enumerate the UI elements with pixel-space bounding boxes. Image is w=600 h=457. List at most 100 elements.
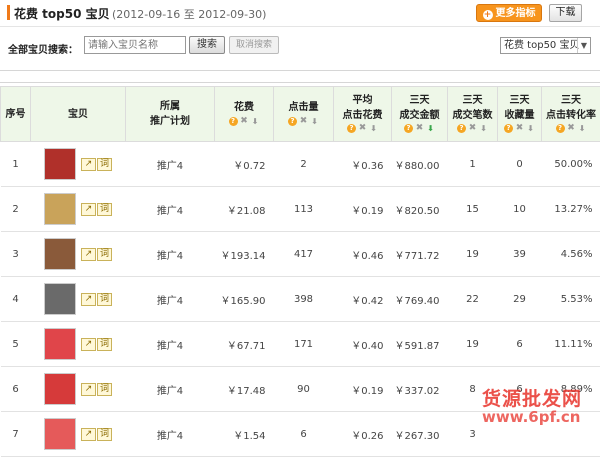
avg-cpc-cell: ￥0.40 (334, 322, 392, 367)
sort-icons[interactable]: ?✖⬇ (215, 116, 273, 128)
product-thumbnail[interactable] (44, 373, 76, 405)
trend-icon[interactable]: ↗ (81, 383, 96, 396)
remove-icon: ✖ (240, 117, 249, 126)
conversion-cell: 5.53% (542, 277, 600, 322)
item-cell: ↗词 (31, 322, 126, 367)
product-thumbnail[interactable] (44, 418, 76, 450)
gmv-cell: ￥267.30 (392, 412, 448, 457)
sort-down-icon: ⬇ (369, 124, 378, 133)
cancel-search-button[interactable]: 取消搜索 (229, 36, 279, 54)
clicks-cell: 113 (274, 187, 334, 232)
remove-icon: ✖ (515, 124, 524, 133)
search-bar: 全部宝贝搜索： 搜索 取消搜索 花费 top50 宝贝 ▼ (0, 36, 600, 58)
clicks-cell: 2 (274, 142, 334, 187)
avg-cpc-cell: ￥0.36 (334, 142, 392, 187)
keyword-button[interactable]: 词 (97, 248, 112, 261)
title-accent-bar (7, 5, 10, 20)
sort-icons[interactable]: ?✖⬇ (334, 124, 391, 136)
remove-icon: ✖ (299, 117, 308, 126)
trend-icon[interactable]: ↗ (81, 293, 96, 306)
item-cell: ↗词 (31, 367, 126, 412)
col-orders[interactable]: 三天成交笔数 ?✖⬇ (448, 87, 498, 142)
more-metrics-button[interactable]: +更多指标 (476, 4, 542, 22)
download-button[interactable]: 下载 (549, 4, 582, 22)
sort-icons[interactable]: ?✖⬇ (392, 124, 447, 136)
product-thumbnail[interactable] (44, 238, 76, 270)
orders-cell: 19 (448, 322, 498, 367)
cost-cell: ￥67.71 (215, 322, 274, 367)
cost-cell: ￥21.08 (215, 187, 274, 232)
table-header-row: 序号 宝贝 所属推广计划 花费 ?✖⬇ 点击量 ?✖⬇ 平均点击花费 ?✖⬇ 三… (1, 87, 600, 142)
search-button[interactable]: 搜索 (189, 36, 225, 54)
keyword-button[interactable]: 词 (97, 428, 112, 441)
col-avg-cpc[interactable]: 平均点击花费 ?✖⬇ (334, 87, 392, 142)
item-cell: ↗词 (31, 142, 126, 187)
conversion-cell: 13.27% (542, 187, 600, 232)
trend-icon[interactable]: ↗ (81, 248, 96, 261)
remove-icon: ✖ (358, 124, 367, 133)
keyword-button[interactable]: 词 (97, 158, 112, 171)
row-index: 5 (1, 322, 31, 367)
product-thumbnail[interactable] (44, 193, 76, 225)
col-index: 序号 (1, 87, 31, 142)
plus-icon: + (483, 10, 493, 20)
plan-cell: 推广4 (126, 277, 215, 322)
gmv-cell: ￥591.87 (392, 322, 448, 367)
row-index: 2 (1, 187, 31, 232)
remove-icon: ✖ (567, 124, 576, 133)
clicks-cell: 398 (274, 277, 334, 322)
item-cell: ↗词 (31, 412, 126, 457)
product-thumbnail[interactable] (44, 328, 76, 360)
keyword-button[interactable]: 词 (97, 293, 112, 306)
plan-cell: 推广4 (126, 187, 215, 232)
sort-down-icon: ⬇ (251, 117, 260, 126)
plan-cell: 推广4 (126, 322, 215, 367)
gmv-cell: ￥820.50 (392, 187, 448, 232)
trend-icon[interactable]: ↗ (81, 203, 96, 216)
search-input[interactable] (84, 36, 186, 54)
watermark-logo: 货源批发网 (482, 384, 582, 411)
plan-cell: 推广4 (126, 232, 215, 277)
favorites-cell: 39 (498, 232, 542, 277)
col-clicks[interactable]: 点击量 ?✖⬇ (274, 87, 334, 142)
sort-icons[interactable]: ?✖⬇ (542, 124, 600, 136)
cost-cell: ￥1.54 (215, 412, 274, 457)
trend-icon[interactable]: ↗ (81, 338, 96, 351)
col-gmv[interactable]: 三天成交金额 ?✖⬇ (392, 87, 448, 142)
col-conversion[interactable]: 三天点击转化率 ?✖⬇ (542, 87, 600, 142)
table-row: 4↗词推广4￥165.90398￥0.42￥769.4022295.53% (1, 277, 600, 322)
sort-icons[interactable]: ?✖⬇ (274, 116, 333, 128)
gmv-cell: ￥337.02 (392, 367, 448, 412)
keyword-button[interactable]: 词 (97, 338, 112, 351)
favorites-cell: 10 (498, 187, 542, 232)
table-row: 2↗词推广4￥21.08113￥0.19￥820.50151013.27% (1, 187, 600, 232)
cost-cell: ￥0.72 (215, 142, 274, 187)
trend-icon[interactable]: ↗ (81, 158, 96, 171)
sort-down-icon: ⬇ (310, 117, 319, 126)
sort-down-icon: ⬇ (479, 124, 488, 133)
keyword-button[interactable]: 词 (97, 383, 112, 396)
col-item: 宝贝 (31, 87, 126, 142)
sort-icons[interactable]: ?✖⬇ (448, 124, 497, 136)
table-row: 3↗词推广4￥193.14417￥0.46￥771.7219394.56% (1, 232, 600, 277)
search-label: 全部宝贝搜索： (8, 41, 78, 56)
chevron-down-icon[interactable]: ▼ (577, 38, 590, 53)
sort-down-icon: ⬇ (578, 124, 587, 133)
product-thumbnail[interactable] (44, 148, 76, 180)
favorites-cell: 0 (498, 142, 542, 187)
keyword-button[interactable]: 词 (97, 203, 112, 216)
sort-icons[interactable]: ?✖⬇ (498, 124, 541, 136)
conversion-cell: 11.11% (542, 322, 600, 367)
divider (0, 82, 600, 83)
help-icon: ? (229, 117, 238, 126)
clicks-cell: 171 (274, 322, 334, 367)
more-metrics-label: 更多指标 (496, 8, 536, 19)
avg-cpc-cell: ￥0.19 (334, 187, 392, 232)
sort-select[interactable]: 花费 top50 宝贝 ▼ (500, 37, 591, 54)
col-favorites[interactable]: 三天收藏量 ?✖⬇ (498, 87, 542, 142)
trend-icon[interactable]: ↗ (81, 428, 96, 441)
gmv-cell: ￥880.00 (392, 142, 448, 187)
help-icon: ? (288, 117, 297, 126)
col-cost[interactable]: 花费 ?✖⬇ (215, 87, 274, 142)
product-thumbnail[interactable] (44, 283, 76, 315)
